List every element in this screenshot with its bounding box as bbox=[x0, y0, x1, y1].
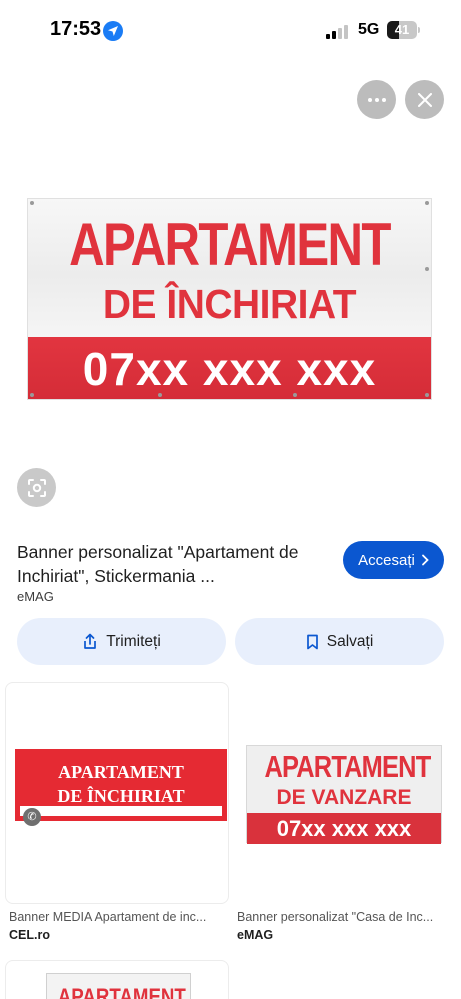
cellular-signal-icon bbox=[326, 23, 350, 39]
phone-icon: ✆ bbox=[23, 808, 41, 826]
grommet bbox=[425, 201, 429, 205]
close-button[interactable] bbox=[405, 80, 444, 119]
related-caption-2[interactable]: Banner personalizat "Casa de Inc... bbox=[237, 910, 451, 924]
battery-tip bbox=[418, 27, 420, 33]
related-image-2-banner: APARTAMENT DE VANZARE 07xx xxx xxx bbox=[246, 745, 442, 844]
related-image-1-banner: APARTAMENT DE ÎNCHIRIAT ✆ bbox=[15, 749, 227, 826]
share-icon bbox=[84, 633, 97, 649]
close-icon bbox=[417, 92, 432, 107]
related-image-3-line1: APARTAMENT bbox=[57, 984, 186, 999]
status-time: 17:53 bbox=[50, 18, 102, 40]
hero-banner-line2: DE ÎNCHIRIAT bbox=[102, 281, 357, 327]
hero-banner-strip: 07xx xxx xxx bbox=[28, 337, 431, 399]
related-image-2[interactable]: APARTAMENT DE VANZARE 07xx xxx xxx bbox=[237, 682, 451, 904]
related-source-2: eMAG bbox=[237, 928, 274, 942]
more-horizontal-icon bbox=[367, 97, 386, 102]
related-source-1: CEL.ro bbox=[9, 928, 50, 942]
related-image-1[interactable]: APARTAMENT DE ÎNCHIRIAT ✆ bbox=[5, 682, 229, 904]
share-button[interactable]: Trimiteți bbox=[17, 618, 226, 665]
related-image-2-strip: 07xx xxx xxx bbox=[247, 813, 441, 844]
related-image-1-red: APARTAMENT DE ÎNCHIRIAT bbox=[20, 754, 222, 806]
battery-icon: 41 bbox=[387, 21, 417, 39]
related-image-1-line1: APARTAMENT bbox=[58, 762, 184, 782]
related-image-2-line1: APARTAMENT bbox=[264, 749, 431, 784]
result-title[interactable]: Banner personalizat "Apartament de Inchi… bbox=[17, 540, 327, 588]
result-source: eMAG bbox=[17, 589, 54, 604]
share-button-label: Trimiteți bbox=[106, 632, 161, 650]
hero-banner-top: APARTAMENT DE ÎNCHIRIAT bbox=[28, 199, 431, 337]
hero-banner-phone: 07xx xxx xxx bbox=[82, 343, 377, 395]
grommet bbox=[158, 393, 162, 397]
network-type: 5G bbox=[358, 21, 380, 38]
status-bar: 17:53 5G 41 bbox=[0, 0, 461, 60]
battery-level: 41 bbox=[394, 22, 410, 37]
lens-search-icon bbox=[27, 478, 46, 497]
grommet bbox=[30, 393, 34, 397]
grommet bbox=[293, 393, 297, 397]
lens-search-button[interactable] bbox=[17, 468, 56, 507]
visit-button-label: Accesați bbox=[358, 551, 415, 569]
grommet bbox=[30, 201, 34, 205]
chevron-right-icon bbox=[421, 554, 429, 566]
location-arrow-icon bbox=[103, 21, 123, 41]
hero-image[interactable]: APARTAMENT DE ÎNCHIRIAT 07xx xxx xxx bbox=[27, 198, 432, 400]
hero-banner-line1: APARTAMENT bbox=[69, 211, 391, 278]
related-image-2-phone: 07xx xxx xxx bbox=[276, 816, 412, 841]
related-image-1-line2: DE ÎNCHIRIAT bbox=[57, 786, 185, 806]
related-image-3-banner: APARTAMENT bbox=[46, 973, 191, 999]
related-caption-1[interactable]: Banner MEDIA Apartament de inc... bbox=[9, 910, 224, 924]
more-options-button[interactable] bbox=[357, 80, 396, 119]
bookmark-icon bbox=[306, 634, 318, 649]
save-button[interactable]: Salvați bbox=[235, 618, 444, 665]
related-image-2-line2: DE VANZARE bbox=[276, 786, 412, 809]
grommet bbox=[425, 267, 429, 271]
related-image-3[interactable]: APARTAMENT bbox=[5, 960, 229, 999]
visit-button[interactable]: Accesați bbox=[343, 541, 444, 579]
grommet bbox=[425, 393, 429, 397]
save-button-label: Salvați bbox=[326, 632, 374, 650]
